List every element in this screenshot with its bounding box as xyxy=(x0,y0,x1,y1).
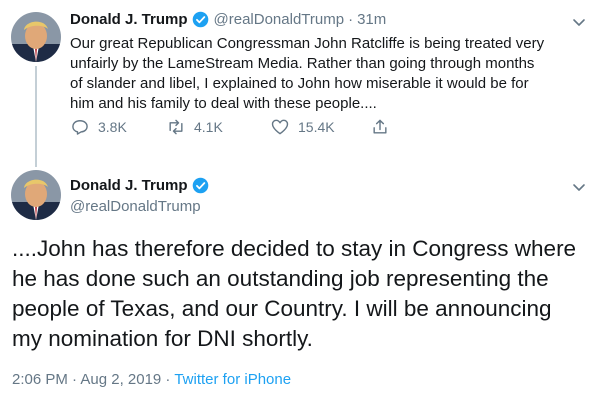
author-handle[interactable]: @realDonaldTrump xyxy=(70,198,201,215)
reply-icon xyxy=(72,120,88,135)
share-icon xyxy=(373,119,387,134)
avatar[interactable] xyxy=(11,12,61,62)
retweet-button[interactable]: 4.1K xyxy=(166,117,270,137)
chevron-down-icon[interactable] xyxy=(571,14,587,30)
tweet-header: Donald J. Trump xyxy=(70,177,209,194)
verified-badge-icon xyxy=(192,177,209,194)
author-handle[interactable]: @realDonaldTrump xyxy=(214,11,345,28)
avatar-image xyxy=(11,12,61,62)
tweet-source[interactable]: Twitter for iPhone xyxy=(174,371,291,388)
author-name[interactable]: Donald J. Trump xyxy=(70,11,188,28)
reply-button[interactable]: 3.8K xyxy=(70,117,166,137)
tweet-header: Donald J. Trump @realDonaldTrump · 31m xyxy=(70,11,386,28)
retweet-icon xyxy=(169,119,183,135)
avatar-image xyxy=(11,170,61,220)
chevron-down-icon[interactable] xyxy=(571,179,587,195)
like-button[interactable]: 15.4K xyxy=(270,117,370,137)
thread-line xyxy=(35,66,37,167)
separator: · xyxy=(348,11,354,28)
reply-count: 3.8K xyxy=(98,119,127,135)
share-button[interactable] xyxy=(370,117,398,137)
avatar[interactable] xyxy=(11,170,61,220)
tweet-actions: 3.8K 4.1K 15.4K xyxy=(70,117,398,137)
retweet-count: 4.1K xyxy=(194,119,223,135)
heart-icon xyxy=(271,119,289,135)
tweet-time[interactable]: 31m xyxy=(357,11,386,28)
author-name[interactable]: Donald J. Trump xyxy=(70,177,188,194)
like-count: 15.4K xyxy=(298,119,335,135)
tweet-meta: 2:06 PM · Aug 2, 2019 · Twitter for iPho… xyxy=(12,371,291,388)
tweet-timestamp[interactable]: 2:06 PM · Aug 2, 2019 · xyxy=(12,371,170,388)
tweet-text: Our great Republican Congressman John Ra… xyxy=(70,35,545,112)
verified-badge-icon xyxy=(192,11,209,28)
tweet-text: ....John has therefore decided to stay i… xyxy=(12,236,577,351)
